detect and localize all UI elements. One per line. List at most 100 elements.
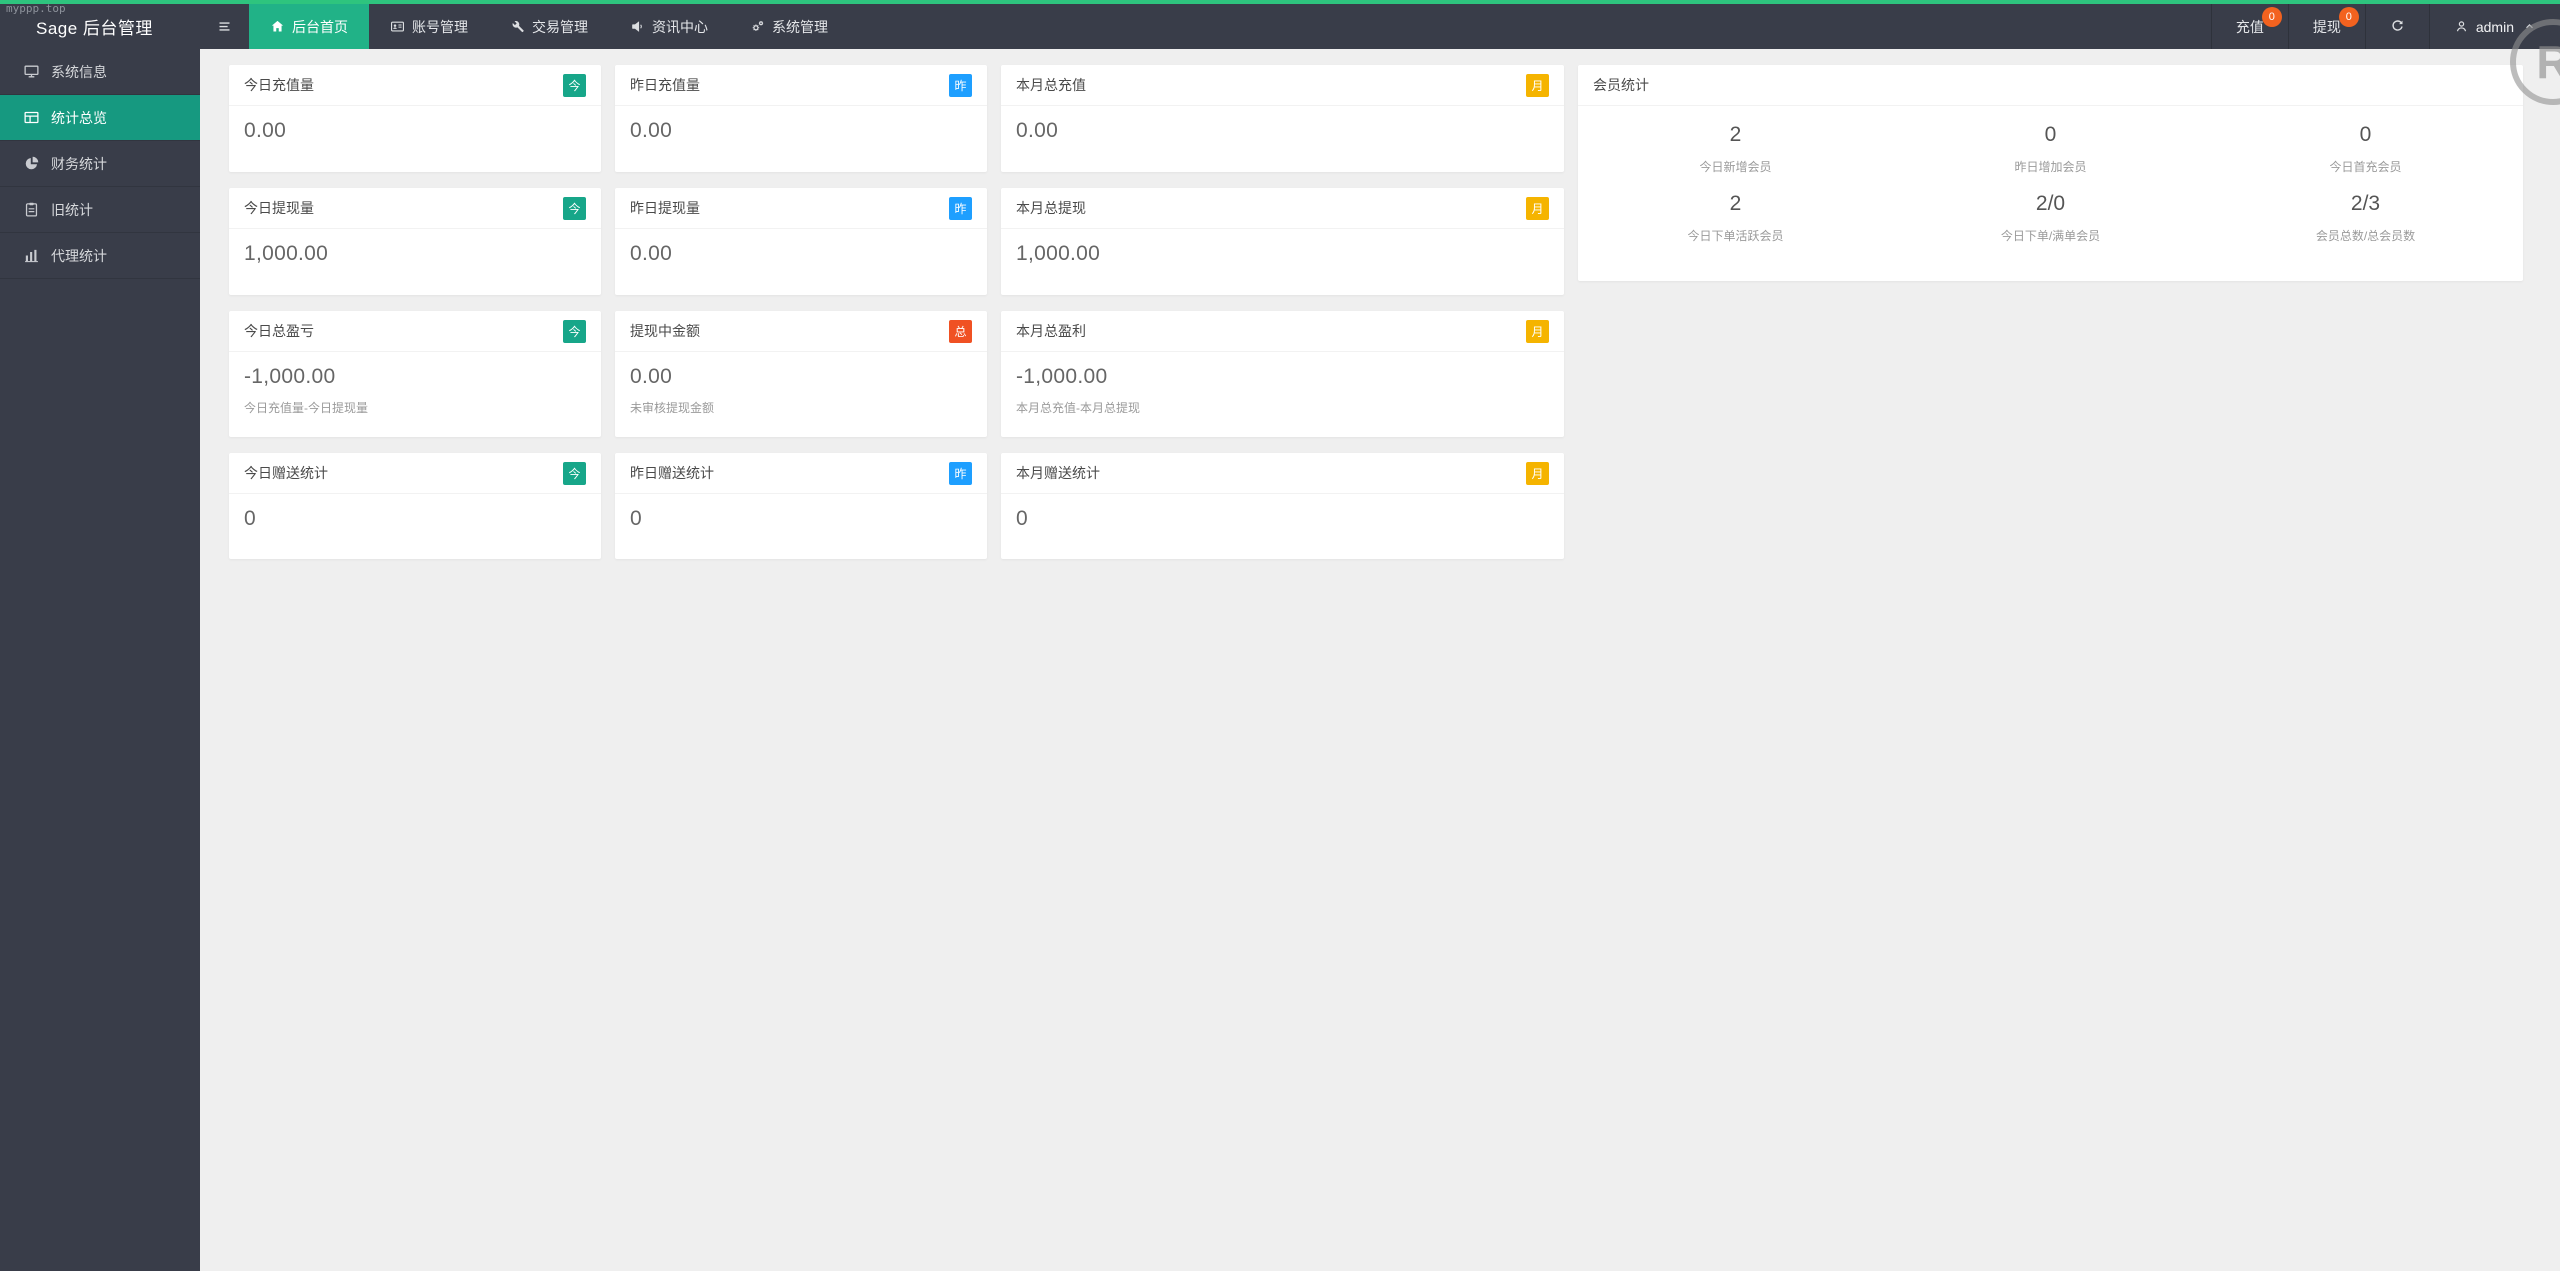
- tab-trade-management[interactable]: 交易管理: [489, 4, 609, 49]
- stat-label: 昨日增加会员: [2014, 160, 2087, 174]
- sidebar-item-label: 代理统计: [51, 247, 107, 264]
- yesterday-badge-icon: 昨: [949, 73, 972, 97]
- monitor-icon: [23, 63, 40, 80]
- tab-dashboard-home[interactable]: 后台首页: [249, 4, 369, 49]
- card-today-profit-loss: 今日总盈亏 今 -1,000.00 今日充值量-今日提现量: [229, 311, 601, 437]
- card-yesterday-recharge: 昨日充值量 昨 0.00: [615, 65, 987, 172]
- today-badge-icon: 今: [563, 461, 586, 485]
- stat-total-members: 2/3 会员总数/总会员数: [2208, 175, 2523, 244]
- stats-column-month: 本月总充值 月 0.00 本月总提现 月 1,000.00 本月总盈利 月 -1…: [1001, 65, 1564, 559]
- sidebar-item-label: 系统信息: [51, 63, 107, 80]
- tab-label: 系统管理: [772, 18, 828, 35]
- card-value: 0: [1016, 507, 1028, 530]
- card-subtitle: 今日充值量-今日提现量: [244, 401, 368, 415]
- card-value: 0.00: [630, 119, 673, 142]
- stats-grid: 今日充值量 今 0.00 今日提现量 今 1,000.00 今日总盈亏 今 -1…: [229, 65, 2523, 559]
- today-badge-icon: 今: [563, 73, 586, 97]
- sidebar-item-old-stats[interactable]: 旧统计: [0, 187, 200, 233]
- stat-label: 今日下单活跃会员: [1687, 229, 1784, 243]
- card-value: -1,000.00: [244, 365, 336, 388]
- total-badge-icon: 总: [949, 319, 972, 343]
- refresh-button[interactable]: [2364, 4, 2429, 49]
- sidebar-item-system-info[interactable]: 系统信息: [0, 49, 200, 95]
- wrench-icon: [510, 19, 525, 34]
- card-pending-withdraw: 提现中金额 总 0.00 未审核提现金额: [615, 311, 987, 437]
- card-value: 0.00: [630, 242, 673, 265]
- tab-system-management[interactable]: 系统管理: [729, 4, 849, 49]
- stat-new-members-yesterday: 0 昨日增加会员: [1893, 106, 2208, 175]
- recharge-button[interactable]: 充值 0: [2210, 4, 2288, 49]
- member-stats-title: 会员统计: [1593, 77, 1649, 93]
- hamburger-icon: [217, 19, 232, 34]
- stat-order-full-members-today: 2/0 今日下单/满单会员: [1893, 175, 2208, 244]
- home-icon: [270, 19, 285, 34]
- card-title: 本月总充值: [1016, 77, 1086, 93]
- refresh-icon: [2390, 19, 2405, 34]
- stats-column-today: 今日充值量 今 0.00 今日提现量 今 1,000.00 今日总盈亏 今 -1…: [229, 65, 601, 559]
- card-value: 0.00: [630, 365, 673, 388]
- month-badge-icon: 月: [1526, 319, 1549, 343]
- stat-active-order-members-today: 2 今日下单活跃会员: [1578, 175, 1893, 244]
- withdraw-label: 提现: [2312, 18, 2341, 35]
- card-title: 本月总盈利: [1016, 323, 1086, 339]
- tab-label: 资讯中心: [652, 18, 708, 35]
- card-yesterday-withdraw: 昨日提现量 昨 0.00: [615, 188, 987, 295]
- card-value: 0: [630, 507, 642, 530]
- card-value: -1,000.00: [1016, 365, 1108, 388]
- table-icon: [23, 109, 40, 126]
- card-title: 今日赠送统计: [244, 465, 328, 481]
- sidebar-item-finance-stats[interactable]: 财务统计: [0, 141, 200, 187]
- sidebar-item-label: 财务统计: [51, 155, 107, 172]
- card-title: 昨日提现量: [630, 200, 700, 216]
- card-today-recharge: 今日充值量 今 0.00: [229, 65, 601, 172]
- person-icon: [2454, 19, 2469, 34]
- sidebar-toggle-button[interactable]: [200, 4, 249, 49]
- watermark-letter: R: [2536, 36, 2560, 88]
- stat-value: 2/3: [2350, 192, 2381, 215]
- sidebar: 系统信息 统计总览 财务统计 旧统计 代理统计: [0, 49, 200, 1271]
- card-title: 本月赠送统计: [1016, 465, 1100, 481]
- yesterday-badge-icon: 昨: [949, 196, 972, 220]
- stat-first-recharge-today: 0 今日首充会员: [2208, 106, 2523, 175]
- sidebar-item-agent-stats[interactable]: 代理统计: [0, 233, 200, 279]
- stat-new-members-today: 2 今日新增会员: [1578, 106, 1893, 175]
- main-menu: 后台首页 账号管理 交易管理 资讯中心 系统管理: [200, 4, 2211, 49]
- tab-account-management[interactable]: 账号管理: [369, 4, 489, 49]
- stat-label: 今日首充会员: [2329, 160, 2402, 174]
- member-stats-row: 2 今日下单活跃会员 2/0 今日下单/满单会员 2/3 会员总数/总会员数: [1578, 175, 2523, 244]
- withdraw-button[interactable]: 提现 0: [2287, 4, 2365, 49]
- card-value: 0.00: [1016, 119, 1059, 142]
- bar-chart-icon: [23, 247, 40, 264]
- today-badge-icon: 今: [563, 196, 586, 220]
- tab-label: 后台首页: [292, 18, 348, 35]
- stat-value: 2: [1729, 123, 1742, 146]
- card-title: 今日总盈亏: [244, 323, 314, 339]
- tab-label: 账号管理: [412, 18, 468, 35]
- stat-value: 0: [2044, 123, 2057, 146]
- top-navbar: Sage 后台管理 后台首页 账号管理 交易管理 资讯中心 系统管理 充值 0 …: [0, 4, 2560, 49]
- tab-news-center[interactable]: 资讯中心: [609, 4, 729, 49]
- card-yesterday-gift: 昨日赠送统计 昨 0: [615, 453, 987, 559]
- card-title: 本月总提现: [1016, 200, 1086, 216]
- card-title: 今日充值量: [244, 77, 314, 93]
- sidebar-item-label: 旧统计: [51, 201, 93, 218]
- month-badge-icon: 月: [1526, 73, 1549, 97]
- watermark-url: myppp.top: [6, 2, 66, 15]
- main-content: 今日充值量 今 0.00 今日提现量 今 1,000.00 今日总盈亏 今 -1…: [200, 49, 2560, 1271]
- stat-value: 2: [1729, 192, 1742, 215]
- card-month-withdraw: 本月总提现 月 1,000.00: [1001, 188, 1564, 295]
- card-month-profit: 本月总盈利 月 -1,000.00 本月总充值-本月总提现: [1001, 311, 1564, 437]
- card-month-recharge: 本月总充值 月 0.00: [1001, 65, 1564, 172]
- id-card-icon: [390, 19, 405, 34]
- card-today-withdraw: 今日提现量 今 1,000.00: [229, 188, 601, 295]
- sidebar-item-stats-overview[interactable]: 统计总览: [0, 95, 200, 141]
- username: admin: [2475, 18, 2514, 35]
- pie-chart-icon: [23, 155, 40, 172]
- gears-icon: [750, 19, 765, 34]
- month-badge-icon: 月: [1526, 461, 1549, 485]
- recharge-count-badge: 0: [2261, 7, 2282, 27]
- card-title: 昨日赠送统计: [630, 465, 714, 481]
- stat-value: 2/0: [2035, 192, 2066, 215]
- navbar-actions: 充值 0 提现 0 admin: [2210, 4, 2560, 49]
- megaphone-icon: [630, 19, 645, 34]
